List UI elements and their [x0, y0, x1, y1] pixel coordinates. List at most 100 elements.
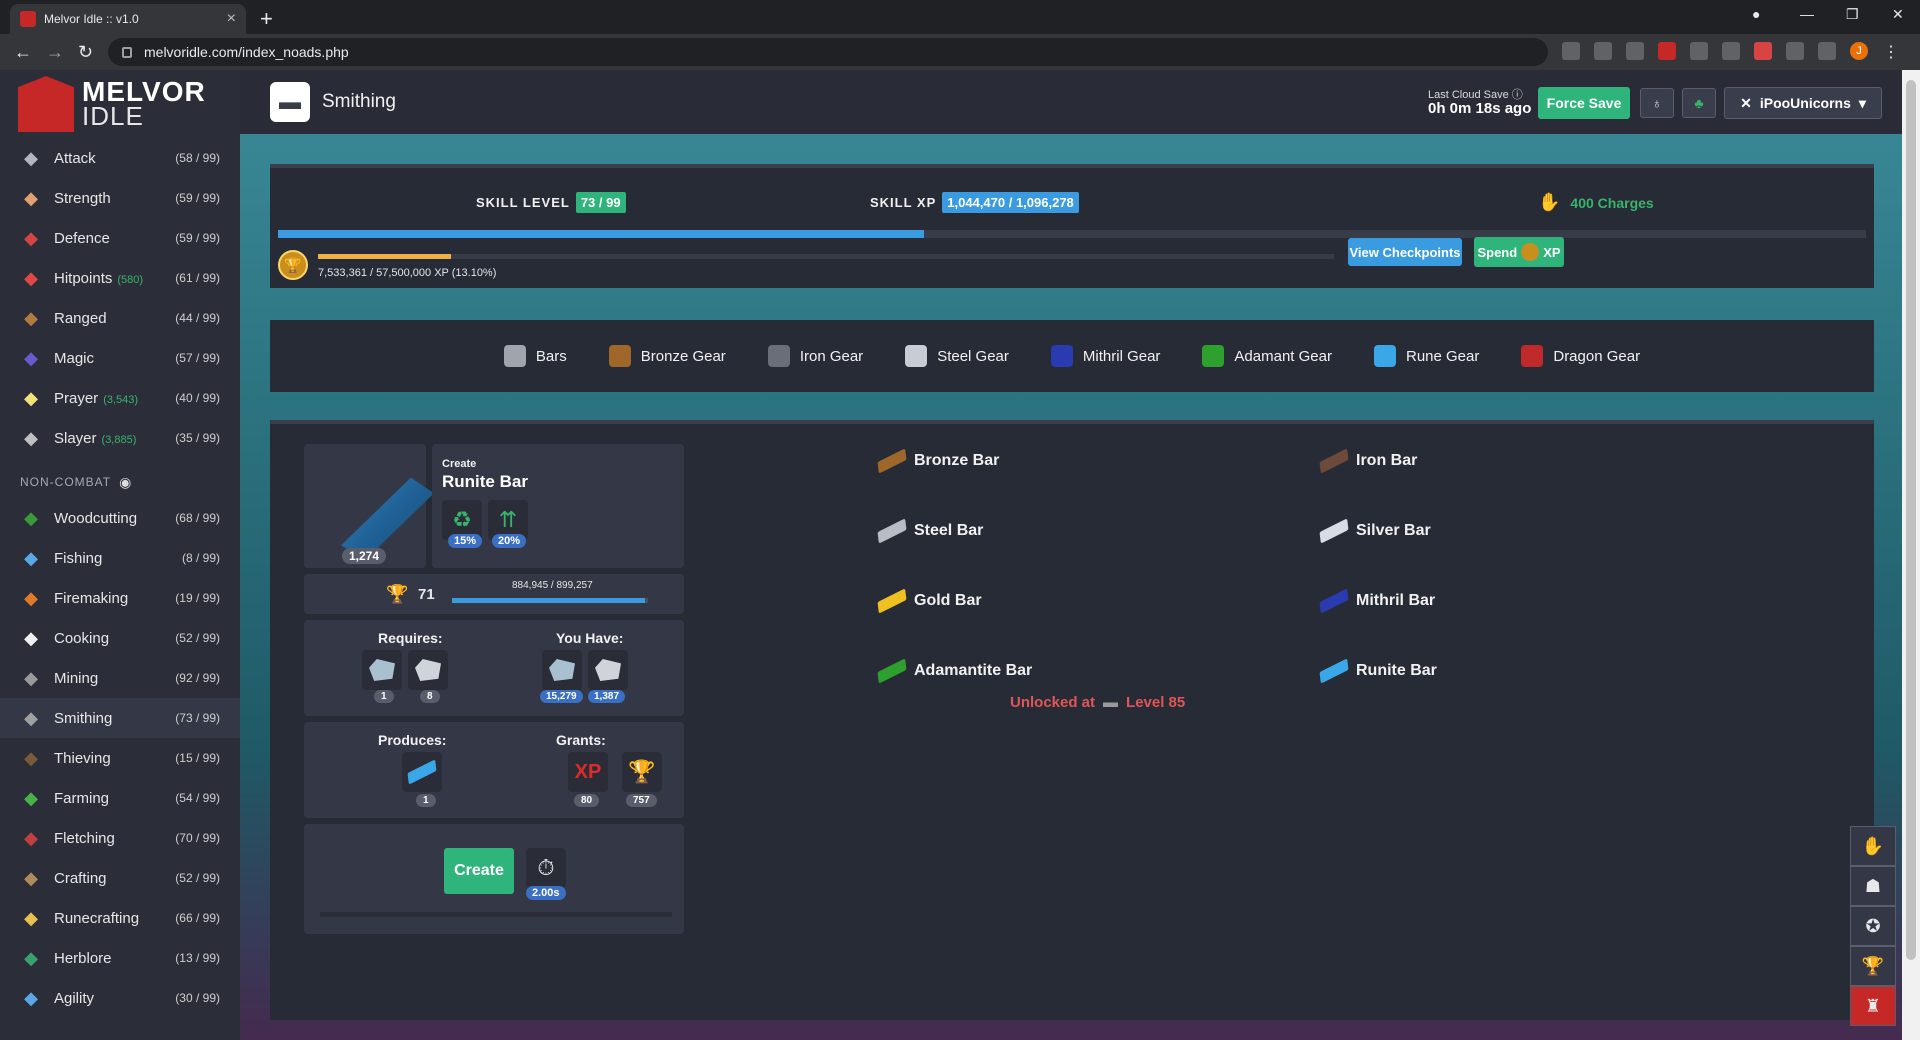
skill-name: Smithing	[54, 709, 113, 727]
sidebar-item-prayer[interactable]: ◆ Prayer (3,543) (40 / 99)	[0, 378, 240, 418]
category-tab-bars[interactable]: Bars	[496, 345, 575, 367]
back-icon[interactable]: ←	[14, 42, 32, 63]
mastery-xp-bar	[452, 598, 648, 603]
force-save-button[interactable]: Force Save	[1538, 87, 1630, 119]
produces-label: Produces:	[378, 732, 447, 748]
view-checkpoints-button[interactable]: View Checkpoints	[1348, 238, 1462, 266]
trophy-quick-icon[interactable]: 🏆	[1850, 946, 1896, 986]
skill-name: Cooking	[54, 629, 110, 647]
close-window-icon[interactable]: ✕	[1892, 6, 1904, 23]
sidebar-item-label: Firemaking	[54, 590, 175, 607]
extension-lock-icon[interactable]	[1722, 42, 1740, 60]
sidebar-item-agility[interactable]: ◆ Agility (30 / 99)	[0, 978, 240, 1018]
create-button[interactable]: Create	[444, 848, 514, 894]
user-menu-button[interactable]: ✕ iPooUnicorns ▾	[1724, 87, 1882, 119]
bar-recipe-runite-bar[interactable]: Runite Bar	[1319, 658, 1437, 684]
sidebar-item-label: Attack	[54, 150, 175, 167]
star-icon[interactable]	[1626, 42, 1644, 60]
cloud-save-info: Last Cloud Save ⓘ 0h 0m 18s ago	[1428, 88, 1531, 116]
forward-icon[interactable]: →	[46, 42, 64, 63]
profile-avatar[interactable]: J	[1850, 42, 1868, 60]
new-tab-button[interactable]: +	[260, 6, 273, 32]
sidebar-item-magic[interactable]: ◆ Magic (57 / 99)	[0, 338, 240, 378]
farming-icon: ◆	[24, 787, 38, 808]
menu-dots-icon[interactable]: ⋮	[1882, 42, 1900, 61]
ublock-icon[interactable]	[1658, 42, 1676, 60]
puzzle-icon[interactable]	[1786, 42, 1804, 60]
category-icon	[1050, 345, 1073, 367]
sidebar-item-runecrafting[interactable]: ◆ Runecrafting (66 / 99)	[0, 898, 240, 938]
sidebar-item-attack[interactable]: ◆ Attack (58 / 99)	[0, 138, 240, 178]
category-tab-iron-gear[interactable]: Iron Gear	[760, 345, 871, 367]
browser-tab[interactable]: Melvor Idle :: v1.0 ×	[10, 4, 246, 34]
skill-name: Farming	[54, 789, 110, 807]
logo[interactable]: MELVOR IDLE	[0, 70, 240, 138]
sidebar-item-ranged[interactable]: ◆ Ranged (44 / 99)	[0, 298, 240, 338]
skill-level: (52 / 99)	[175, 871, 220, 885]
sidebar-item-strength[interactable]: ◆ Strength (59 / 99)	[0, 178, 240, 218]
sidebar-item-crafting[interactable]: ◆ Crafting (52 / 99)	[0, 858, 240, 898]
sidebar-item-woodcutting[interactable]: ◆ Woodcutting (68 / 99)	[0, 498, 240, 538]
medal-quick-icon[interactable]: ✪	[1850, 906, 1896, 946]
page-title: Smithing	[322, 91, 396, 112]
sidebar-item-label: Smithing	[54, 710, 175, 727]
url-input[interactable]: melvoridle.com/index_noads.php	[108, 38, 1548, 66]
bar-recipe-bronze-bar[interactable]: Bronze Bar	[877, 448, 999, 474]
category-tab-mithril-gear[interactable]: Mithril Gear	[1043, 345, 1169, 367]
sidebar-item-fishing[interactable]: ◆ Fishing (8 / 99)	[0, 538, 240, 578]
sidebar-item-fletching[interactable]: ◆ Fletching (70 / 99)	[0, 818, 240, 858]
category-tab-dragon-gear[interactable]: Dragon Gear	[1513, 345, 1648, 367]
close-tab-icon[interactable]: ×	[227, 10, 236, 28]
sidebar-item-thieving[interactable]: ◆ Thieving (15 / 99)	[0, 738, 240, 778]
bar-recipe-gold-bar[interactable]: Gold Bar	[877, 588, 982, 614]
sidebar-item-label: Agility	[54, 990, 175, 1007]
skill-xp-label: SKILL XP	[870, 195, 937, 210]
bar-recipe-silver-bar[interactable]: Silver Bar	[1319, 518, 1431, 544]
profile-menu-icon[interactable]: ●	[1752, 6, 1760, 22]
category-tab-bronze-gear[interactable]: Bronze Gear	[601, 345, 734, 367]
pet-quick-icon[interactable]: ☗	[1850, 866, 1896, 906]
reading-list-icon[interactable]	[1818, 42, 1836, 60]
melvor-quick-icon[interactable]: ♜	[1850, 986, 1896, 1026]
sidebar-item-firemaking[interactable]: ◆ Firemaking (19 / 99)	[0, 578, 240, 618]
stopwatch-icon: ⏱	[526, 848, 566, 888]
sidebar-item-mining[interactable]: ◆ Mining (92 / 99)	[0, 658, 240, 698]
sidebar-item-smithing[interactable]: ◆ Smithing (73 / 99)	[0, 698, 240, 738]
category-tab-steel-gear[interactable]: Steel Gear	[897, 345, 1017, 367]
ancient-relic-icon[interactable]: ♣	[1682, 88, 1716, 118]
sidebar-item-farming[interactable]: ◆ Farming (54 / 99)	[0, 778, 240, 818]
category-tab-adamant-gear[interactable]: Adamant Gear	[1194, 345, 1340, 367]
scrollbar-thumb[interactable]	[1906, 80, 1916, 960]
requirements-box: Requires: You Have: 1 8 15,279 1,387	[304, 620, 684, 716]
eye-icon[interactable]: ◉	[119, 474, 132, 491]
sidebar-item-defence[interactable]: ◆ Defence (59 / 99)	[0, 218, 240, 258]
bar-recipe-iron-bar[interactable]: Iron Bar	[1319, 448, 1417, 474]
bar-icon	[1319, 588, 1349, 614]
spend-xp-button[interactable]: Spend XP	[1474, 237, 1564, 267]
bar-recipe-adamantite-bar[interactable]: Adamantite Bar	[877, 658, 1032, 684]
category-tab-rune-gear[interactable]: Rune Gear	[1366, 345, 1487, 367]
agility-icon: ◆	[24, 987, 38, 1008]
extension-red-icon[interactable]	[1754, 42, 1772, 60]
bar-recipe-mithril-bar[interactable]: Mithril Bar	[1319, 588, 1435, 614]
reload-icon[interactable]: ↻	[78, 42, 93, 63]
potion-icon[interactable]: ♁	[1640, 88, 1674, 118]
gloves-icon: ✋	[1538, 192, 1561, 212]
sidebar-item-hitpoints[interactable]: ◆ Hitpoints (580) (61 / 99)	[0, 258, 240, 298]
coal-ore-owned-icon	[588, 650, 628, 690]
sidebar-item-herblore[interactable]: ◆ Herblore (13 / 99)	[0, 938, 240, 978]
gloves-quick-icon[interactable]: ✋	[1850, 826, 1896, 866]
vue-devtools-icon[interactable]	[1690, 42, 1708, 60]
heart-icon: ◆	[24, 267, 38, 288]
share-icon[interactable]	[1594, 42, 1612, 60]
page-scrollbar[interactable]	[1902, 70, 1920, 1040]
key-icon[interactable]	[1562, 42, 1580, 60]
minimize-icon[interactable]: —	[1800, 6, 1814, 22]
bar-recipe-steel-bar[interactable]: Steel Bar	[877, 518, 983, 544]
restore-icon[interactable]: ❐	[1846, 6, 1859, 23]
bar-label: Silver Bar	[1356, 522, 1431, 539]
item-info-box: Create Runite Bar ♻ 15% ⇈ 20%	[432, 444, 684, 568]
skill-level: (19 / 99)	[175, 591, 220, 605]
sidebar-item-cooking[interactable]: ◆ Cooking (52 / 99)	[0, 618, 240, 658]
sidebar-item-slayer[interactable]: ◆ Slayer (3,885) (35 / 99)	[0, 418, 240, 458]
